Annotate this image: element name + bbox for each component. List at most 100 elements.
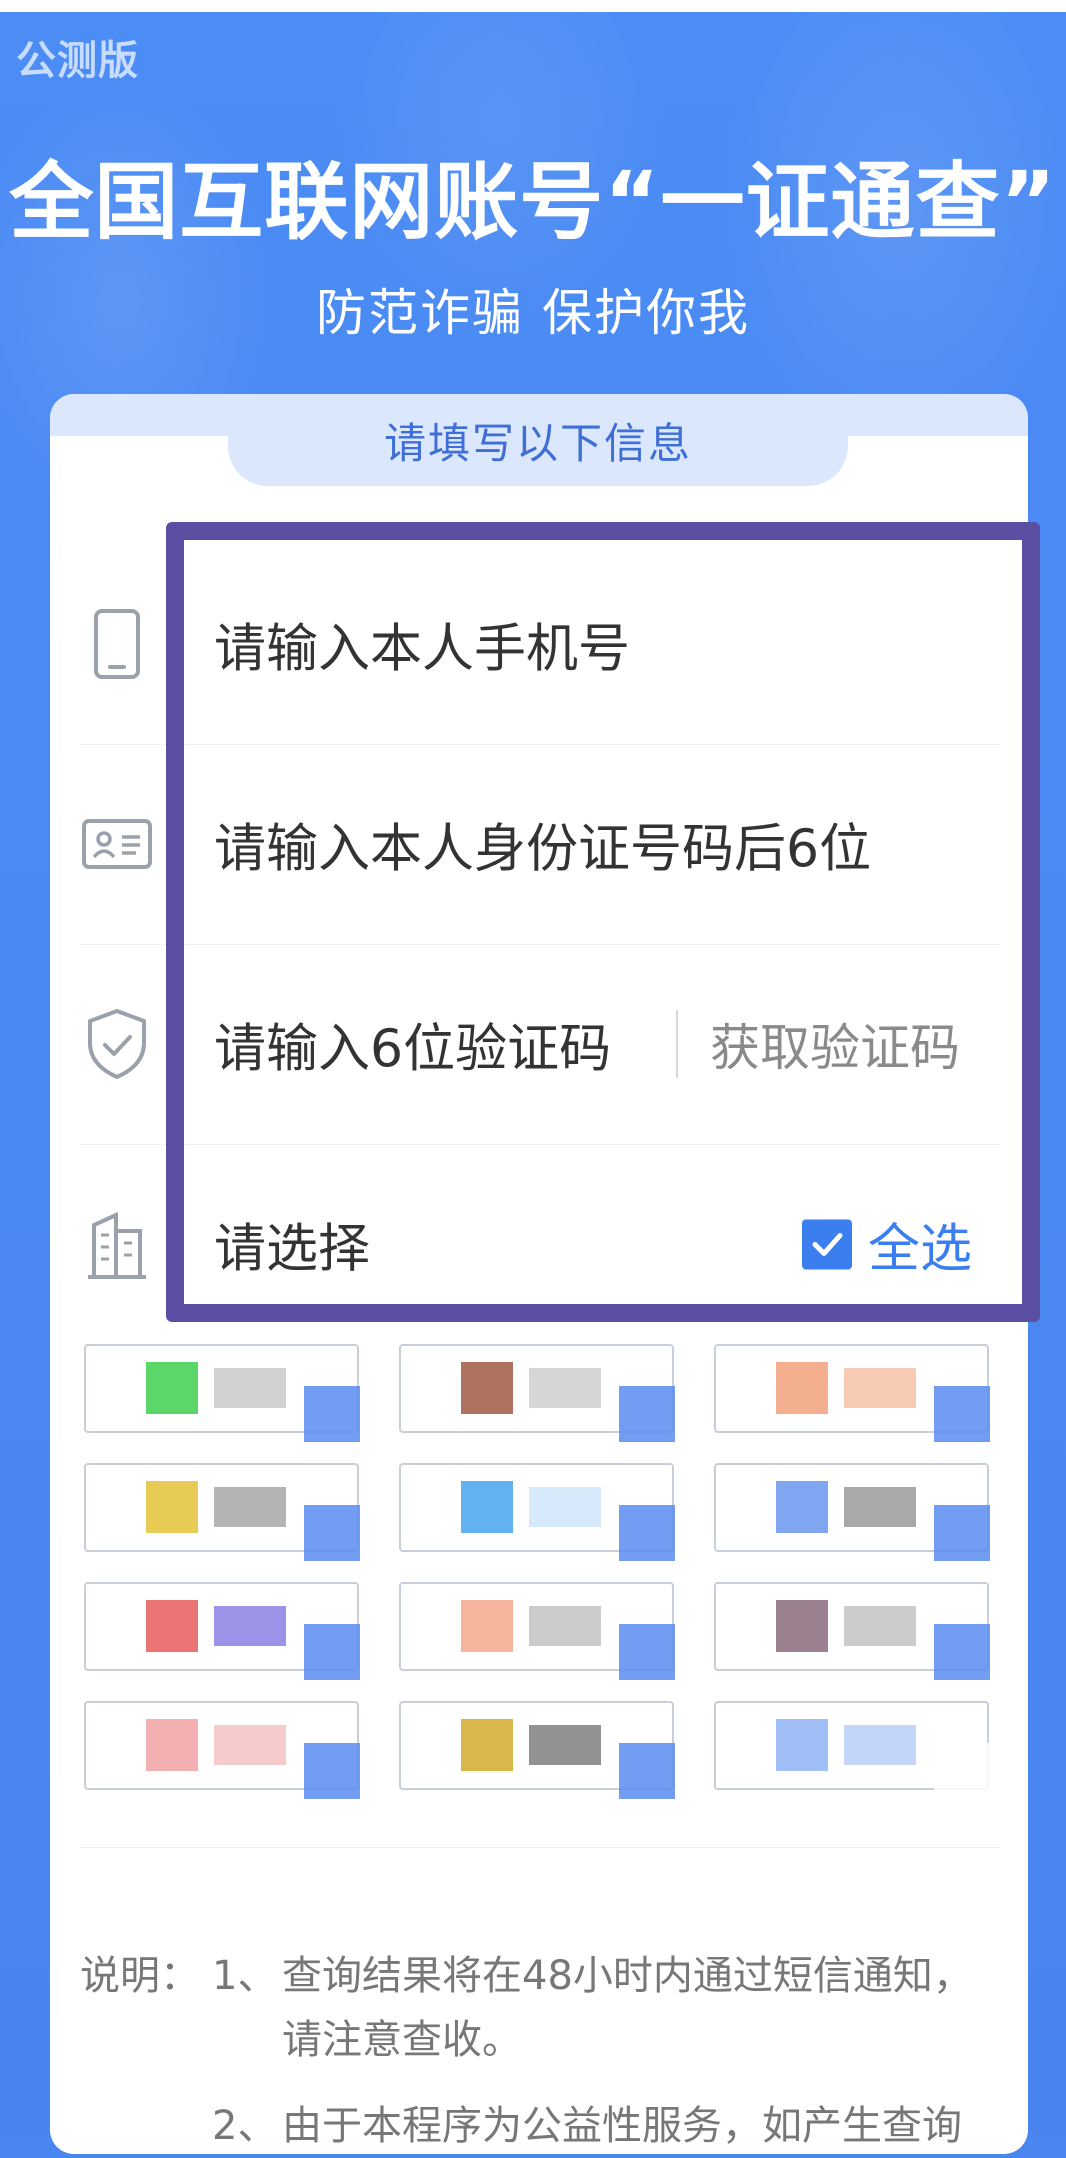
pixel-block (892, 1487, 916, 1507)
pixel-block (776, 1388, 802, 1414)
app-option-pixelated[interactable] (714, 1701, 990, 1799)
pixel-block (461, 1388, 487, 1414)
app-option-pixelated[interactable] (399, 1344, 675, 1442)
pixel-block (776, 1719, 802, 1745)
page-subtitle: 防范诈骗 保护你我 (316, 284, 750, 342)
pixel-block (172, 1481, 198, 1507)
notes-prefix: 说明： (80, 1953, 200, 1999)
pixel-block (577, 1487, 601, 1507)
pixel-block (647, 1533, 675, 1561)
pixel-block (553, 1725, 577, 1745)
pixel-block (262, 1725, 286, 1745)
pixel-block (962, 1533, 990, 1561)
pixel-block (461, 1745, 487, 1771)
pixel-block (214, 1368, 238, 1388)
pixel-block (868, 1725, 892, 1745)
pixel-block (776, 1745, 802, 1771)
section-divider (80, 1847, 1000, 1848)
pixel-block (892, 1745, 916, 1765)
pixel-block (262, 1606, 286, 1626)
app-option-pixelated[interactable] (399, 1463, 675, 1561)
pixel-block (332, 1652, 360, 1680)
pixel-block (461, 1626, 487, 1652)
pixel-block (577, 1626, 601, 1646)
pixel-block (934, 1624, 962, 1652)
pixel-block (553, 1487, 577, 1507)
pixel-block (577, 1368, 601, 1388)
page-title: 全国互联网账号“一证通查” (9, 153, 1057, 251)
pixel-block (892, 1368, 916, 1388)
pixel-block (238, 1368, 262, 1388)
pixel-block (577, 1388, 601, 1408)
pixel-block (892, 1606, 916, 1626)
pixel-block (868, 1487, 892, 1507)
app-option-pixelated[interactable] (714, 1463, 990, 1561)
note-number: 1、 (212, 1953, 278, 1999)
pixel-block (529, 1368, 553, 1388)
pixel-block (238, 1725, 262, 1745)
pixel-block (332, 1743, 360, 1771)
app-option-pixelated[interactable] (399, 1582, 675, 1680)
pixel-block (619, 1505, 647, 1533)
pixel-block (934, 1743, 962, 1771)
pixel-block (934, 1414, 962, 1442)
pixel-block (553, 1606, 577, 1626)
pixel-block (238, 1606, 262, 1626)
pixel-block (868, 1507, 892, 1527)
pixel-block (802, 1362, 828, 1388)
note-number: 2、 (212, 2103, 278, 2149)
pixel-block (934, 1771, 962, 1799)
pixel-block (146, 1719, 172, 1745)
pixel-block (868, 1626, 892, 1646)
pixel-block (304, 1624, 332, 1652)
pixel-block (487, 1719, 513, 1745)
pixel-block (487, 1388, 513, 1414)
pixel-block (619, 1652, 647, 1680)
app-option-pixelated[interactable] (714, 1344, 990, 1442)
pixel-block (553, 1745, 577, 1765)
pixel-block (934, 1505, 962, 1533)
app-option-pixelated[interactable] (399, 1701, 675, 1799)
pixel-block (802, 1745, 828, 1771)
pixel-block (647, 1386, 675, 1414)
pixel-block (172, 1507, 198, 1533)
app-option-pixelated[interactable] (84, 1582, 360, 1680)
pixel-block (304, 1386, 332, 1414)
pixel-block (172, 1600, 198, 1626)
pixel-block (892, 1725, 916, 1745)
pixel-block (461, 1362, 487, 1388)
pixel-block (304, 1652, 332, 1680)
pixel-block (146, 1507, 172, 1533)
pixel-block (577, 1745, 601, 1765)
pixel-block (962, 1743, 990, 1771)
pixel-block (146, 1600, 172, 1626)
pixel-block (172, 1362, 198, 1388)
app-option-pixelated[interactable] (84, 1701, 360, 1799)
pixel-block (487, 1362, 513, 1388)
pixel-block (619, 1414, 647, 1442)
pixel-block (647, 1624, 675, 1652)
pixel-block (776, 1507, 802, 1533)
pixel-block (146, 1745, 172, 1771)
pixel-block (776, 1626, 802, 1652)
pixel-block (776, 1481, 802, 1507)
pixel-block (238, 1626, 262, 1646)
pixel-block (868, 1745, 892, 1765)
app-grid (84, 1344, 994, 1799)
pixel-block (892, 1626, 916, 1646)
app-option-pixelated[interactable] (84, 1344, 360, 1442)
pixel-block (262, 1487, 286, 1507)
pixel-block (647, 1743, 675, 1771)
pixel-block (487, 1481, 513, 1507)
pixel-block (802, 1600, 828, 1626)
note-item-2: 2、 由于本程序为公益性服务，如产生查询 (80, 2094, 1000, 2158)
pixel-block (304, 1743, 332, 1771)
pixel-block (553, 1507, 577, 1527)
pixel-block (934, 1652, 962, 1680)
pixel-block (844, 1626, 868, 1646)
pixel-block (214, 1388, 238, 1408)
pixel-block (214, 1487, 238, 1507)
app-option-pixelated[interactable] (84, 1463, 360, 1561)
app-option-pixelated[interactable] (714, 1582, 990, 1680)
pixel-block (332, 1386, 360, 1414)
